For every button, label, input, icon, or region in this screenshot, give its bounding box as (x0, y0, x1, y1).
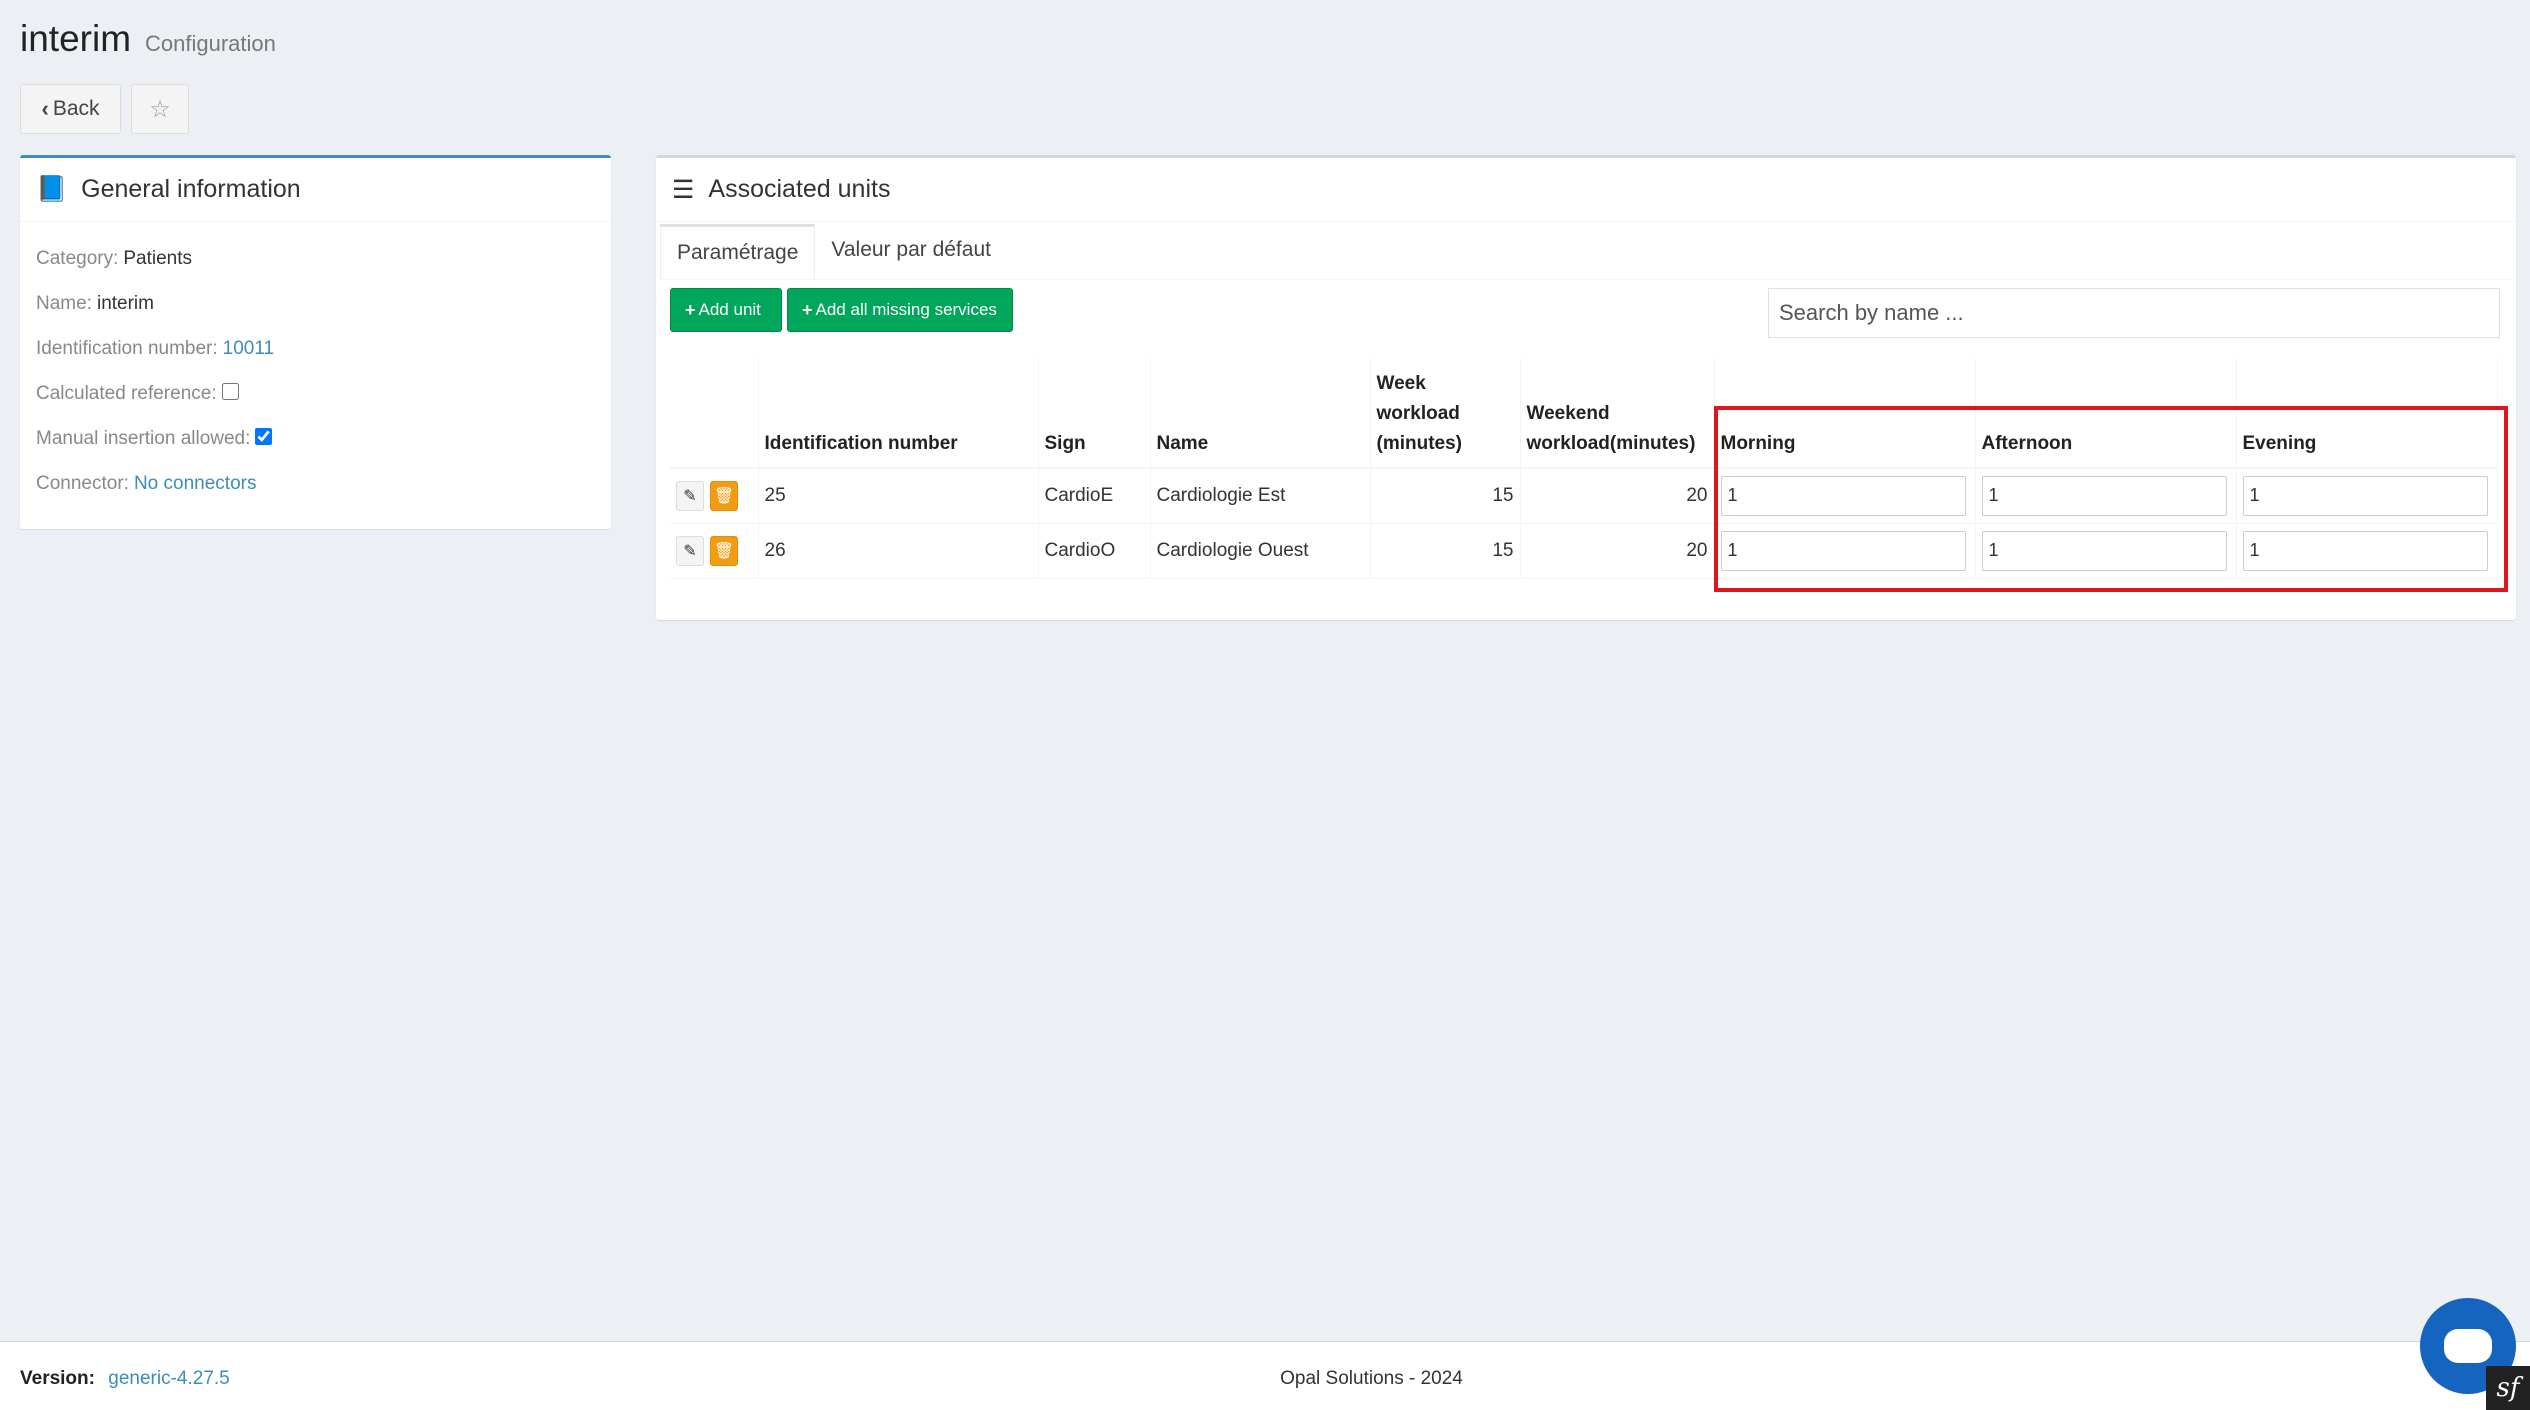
category-value: Patients (123, 247, 193, 269)
evening-input[interactable] (2242, 530, 2488, 571)
info-calculated-reference: Calculated reference: (36, 371, 595, 416)
cell-name: Cardiologie Est (1150, 468, 1371, 524)
table-row: ✎ 🗑 25 CardioE Cardiologie Est 15 20 (670, 468, 2498, 524)
associated-units-title: Associated units (708, 175, 891, 203)
cell-sign: CardioO (1038, 523, 1151, 579)
cell-name: Cardiologie Ouest (1150, 523, 1371, 579)
cell-id: 25 (758, 468, 1039, 524)
sign-column-header[interactable]: Sign (1038, 358, 1151, 469)
general-information-header: 📘 General information (20, 158, 611, 222)
cell-evening (2236, 468, 2498, 524)
name-column-header[interactable]: Name (1150, 358, 1371, 469)
add-unit-button[interactable]: + Add unit (670, 288, 782, 332)
delete-button[interactable]: 🗑 (710, 535, 738, 566)
info-manual-insertion: Manual insertion allowed: (36, 416, 595, 461)
cell-weekend-workload: 20 (1520, 468, 1715, 524)
morning-column-header[interactable]: Morning (1714, 358, 1976, 469)
week-header-line2: workload (1376, 403, 1460, 424)
symfony-toolbar-icon[interactable]: sf (2486, 1366, 2530, 1410)
week-header-line1: Week (1376, 373, 1426, 394)
back-button[interactable]: ‹ Back (20, 84, 121, 134)
afternoon-column-header[interactable]: Afternoon (1975, 358, 2237, 469)
page-title: interim (20, 18, 132, 59)
category-label: Category: (36, 247, 119, 269)
identification-column-header[interactable]: Identification number (758, 358, 1039, 469)
connector-label: Connector: (36, 472, 129, 494)
tab-valeur-par-defaut[interactable]: Valeur par défaut (815, 224, 1007, 279)
info-connector: Connector: No connectors (36, 461, 595, 506)
cell-sign: CardioE (1038, 468, 1151, 524)
calculated-reference-label: Calculated reference: (36, 382, 217, 404)
pencil-icon: ✎ (683, 542, 697, 560)
units-table: Identification number Sign Name Week wor… (670, 358, 2498, 579)
delete-button[interactable]: 🗑 (710, 480, 738, 511)
morning-input[interactable] (1720, 475, 1966, 516)
trash-icon: 🗑 (713, 487, 735, 505)
general-information-title: General information (81, 175, 301, 203)
edit-button[interactable]: ✎ (676, 535, 704, 566)
table-row: ✎ 🗑 26 CardioO Cardiologie Ouest 15 20 (670, 523, 2498, 579)
footer: Version: generic-4.27.5 Opal Solutions -… (0, 1341, 2530, 1410)
list-icon: ☰ (672, 175, 695, 204)
weekend-workload-column-header[interactable]: Weekend workload(minutes) (1520, 358, 1715, 469)
units-tabs: Paramétrage Valeur par défaut (660, 224, 2510, 280)
chevron-left-icon: ‹ (41, 96, 49, 121)
cell-morning (1714, 523, 1976, 579)
cell-afternoon (1975, 468, 2237, 524)
info-identification: Identification number: 10011 (36, 326, 595, 371)
star-icon: ☆ (149, 95, 171, 123)
page-subtitle: Configuration (145, 31, 276, 56)
identification-label: Identification number: (36, 337, 218, 359)
manual-insertion-label: Manual insertion allowed: (36, 427, 251, 449)
week-header-line3: (minutes) (1376, 433, 1463, 454)
manual-insertion-checkbox[interactable] (255, 428, 273, 445)
evening-input[interactable] (2242, 475, 2488, 516)
tab-parametrage[interactable]: Paramétrage (660, 224, 816, 279)
page-header: interim Configuration (20, 18, 276, 60)
evening-column-header[interactable]: Evening (2236, 358, 2498, 469)
add-all-missing-services-button[interactable]: + Add all missing services (787, 288, 1013, 332)
general-information-panel: 📘 General information Category: Patients… (20, 155, 611, 529)
book-icon: 📘 (36, 175, 68, 203)
name-label: Name: (36, 292, 92, 314)
week-workload-column-header[interactable]: Week workload (minutes) (1370, 358, 1521, 469)
row-actions: ✎ 🗑 (670, 468, 759, 524)
weekend-header-line1: Weekend (1526, 403, 1610, 424)
associated-units-header: ☰ Associated units (656, 158, 2516, 222)
favorite-button[interactable]: ☆ (131, 84, 189, 134)
back-button-label: Back (52, 97, 100, 120)
cell-evening (2236, 523, 2498, 579)
cell-id: 26 (758, 523, 1039, 579)
name-value: interim (96, 292, 154, 314)
afternoon-input[interactable] (1981, 475, 2227, 516)
cell-weekend-workload: 20 (1520, 523, 1715, 579)
add-unit-label: Add unit (698, 300, 761, 319)
edit-button[interactable]: ✎ (676, 480, 704, 511)
pencil-icon: ✎ (683, 487, 697, 505)
plus-icon: + (685, 299, 696, 320)
copyright: Opal Solutions - 2024 (1280, 1368, 1463, 1389)
actions-column-header (670, 358, 759, 469)
connector-link[interactable]: No connectors (134, 473, 257, 495)
cell-afternoon (1975, 523, 2237, 579)
afternoon-input[interactable] (1981, 530, 2227, 571)
cell-week-workload: 15 (1370, 468, 1521, 524)
table-header-row: Identification number Sign Name Week wor… (670, 358, 2498, 469)
trash-icon: 🗑 (713, 542, 735, 560)
chat-icon (2444, 1329, 2492, 1363)
calculated-reference-checkbox[interactable] (221, 383, 239, 400)
info-category: Category: Patients (36, 236, 595, 281)
associated-units-panel: ☰ Associated units Paramétrage Valeur pa… (656, 155, 2516, 620)
identification-link[interactable]: 10011 (223, 338, 274, 360)
info-name: Name: interim (36, 281, 595, 326)
add-all-label: Add all missing services (815, 300, 997, 319)
plus-icon: + (802, 299, 813, 320)
row-actions: ✎ 🗑 (670, 523, 759, 579)
morning-input[interactable] (1720, 530, 1966, 571)
cell-week-workload: 15 (1370, 523, 1521, 579)
search-input[interactable] (1768, 288, 2500, 338)
cell-morning (1714, 468, 1976, 524)
info-list: Category: Patients Name: interim Identif… (20, 222, 611, 520)
weekend-header-line2: workload(minutes) (1526, 433, 1696, 454)
